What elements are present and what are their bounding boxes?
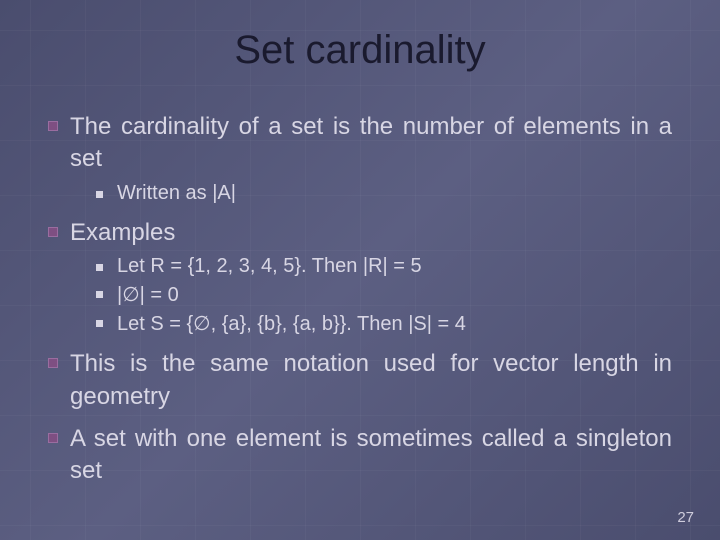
bullet-list: The cardinality of a set is the number o…: [48, 111, 672, 488]
bullet-text: Examples: [70, 217, 175, 249]
bullet-marker-icon: [48, 121, 58, 131]
sub-text: |∅| = 0: [117, 282, 179, 307]
sub-bullet-marker-icon: [96, 291, 103, 298]
sub-bullet-marker-icon: [96, 320, 103, 327]
bullet-text: The cardinality of a set is the number o…: [70, 111, 672, 176]
sub-list: Written as |A|: [96, 182, 672, 205]
slide-title: Set cardinality: [48, 28, 672, 73]
sub-item: Let S = {∅, {a}, {b}, {a, b}}. Then |S| …: [96, 311, 672, 336]
bullet-text: This is the same notation used for vecto…: [70, 348, 672, 413]
bullet-item: Examples Let R = {1, 2, 3, 4, 5}. Then |…: [48, 217, 672, 336]
bullet-marker-icon: [48, 433, 58, 443]
sub-bullet-marker-icon: [96, 191, 103, 198]
bullet-item: A set with one element is sometimes call…: [48, 423, 672, 488]
sub-item: |∅| = 0: [96, 282, 672, 307]
sub-text: Written as |A|: [117, 182, 236, 205]
sub-text: Let R = {1, 2, 3, 4, 5}. Then |R| = 5: [117, 255, 422, 278]
sub-item: Let R = {1, 2, 3, 4, 5}. Then |R| = 5: [96, 255, 672, 278]
sub-text: Let S = {∅, {a}, {b}, {a, b}}. Then |S| …: [117, 311, 466, 336]
bullet-marker-icon: [48, 358, 58, 368]
sub-list: Let R = {1, 2, 3, 4, 5}. Then |R| = 5 |∅…: [96, 255, 672, 336]
page-number: 27: [677, 509, 694, 526]
bullet-text: A set with one element is sometimes call…: [70, 423, 672, 488]
bullet-item: This is the same notation used for vecto…: [48, 348, 672, 413]
bullet-item: The cardinality of a set is the number o…: [48, 111, 672, 205]
slide-container: Set cardinality The cardinality of a set…: [0, 0, 720, 540]
sub-item: Written as |A|: [96, 182, 672, 205]
bullet-marker-icon: [48, 227, 58, 237]
sub-bullet-marker-icon: [96, 264, 103, 271]
